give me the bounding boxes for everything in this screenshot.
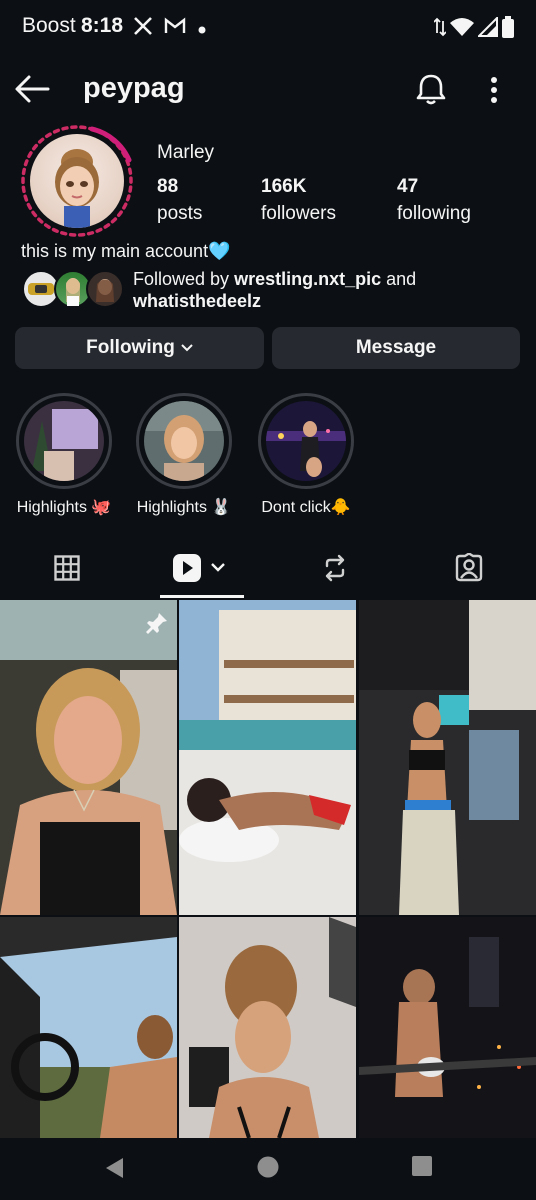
- nav-home-icon[interactable]: [257, 1156, 279, 1178]
- highlight-label: Highlights 🐰: [136, 499, 232, 516]
- post-thumbnail[interactable]: [359, 917, 536, 1138]
- system-icons: [434, 16, 514, 38]
- post-thumbnail[interactable]: [179, 600, 356, 915]
- status-bar: Boost 8:18: [0, 0, 536, 54]
- followers-label: followers: [261, 203, 336, 224]
- following-label: following: [397, 203, 471, 224]
- tab-reposts[interactable]: [268, 540, 402, 596]
- highlight-ring: [16, 393, 112, 489]
- following-button[interactable]: Following: [15, 327, 264, 369]
- post-thumbnail[interactable]: [179, 917, 356, 1138]
- highlight-cover: [144, 401, 224, 481]
- pin-icon: [146, 613, 167, 634]
- wifi-icon: [450, 18, 474, 36]
- tab-tagged[interactable]: [402, 540, 536, 596]
- more-options-icon[interactable]: [482, 74, 506, 106]
- posts-stat[interactable]: 88 posts: [157, 176, 202, 225]
- highlight-label: Highlights 🐙: [16, 499, 112, 516]
- posts-label: posts: [157, 203, 203, 224]
- mutual-avatar: [86, 270, 124, 308]
- post-thumbnail[interactable]: [359, 600, 536, 915]
- highlight-item[interactable]: Highlights 🐰: [134, 393, 234, 517]
- x-app-icon: [133, 16, 153, 41]
- profile-header: peypag: [0, 62, 536, 118]
- battery-icon: [502, 16, 514, 38]
- data-arrows-icon: [434, 17, 446, 37]
- gmail-icon: [164, 16, 186, 41]
- followed-by[interactable]: Followed by wrestling.nxt_pic and whatis…: [22, 268, 522, 312]
- following-stat[interactable]: 47 following: [397, 176, 471, 225]
- followed-by-prefix: Followed by: [133, 269, 235, 289]
- avatar-image: [30, 134, 124, 228]
- message-button-label: Message: [355, 337, 437, 358]
- message-button[interactable]: Message: [272, 327, 520, 369]
- notification-dot-icon: [198, 21, 206, 39]
- reels-icon: [173, 554, 225, 582]
- mutual-username[interactable]: whatisthedeelz: [133, 291, 261, 311]
- active-tab-indicator: [160, 595, 244, 598]
- system-nav-bar: [0, 1138, 536, 1200]
- profile-bio: this is my main account🩵: [21, 241, 231, 261]
- highlight-ring: [136, 393, 232, 489]
- followers-count: 166K: [261, 176, 307, 197]
- posts-count: 88: [157, 176, 179, 197]
- carrier-label: Boost: [22, 14, 76, 37]
- highlight-item[interactable]: Highlights 🐙: [14, 393, 114, 517]
- followers-stat[interactable]: 166K followers: [261, 176, 336, 225]
- profile-username: peypag: [83, 72, 185, 104]
- followed-by-text: Followed by wrestling.nxt_pic and whatis…: [133, 268, 416, 312]
- nav-back-icon[interactable]: [104, 1156, 124, 1180]
- following-count: 47: [397, 176, 419, 197]
- tagged-icon: [455, 553, 483, 582]
- profile-avatar[interactable]: [20, 124, 134, 238]
- bell-icon[interactable]: [414, 72, 448, 106]
- highlight-cover: [24, 401, 104, 481]
- highlight-label: Dont click🐥: [261, 499, 351, 516]
- mutual-username[interactable]: wrestling.nxt_pic: [234, 269, 381, 289]
- repost-icon: [325, 554, 345, 582]
- clock: 8:18: [81, 14, 124, 37]
- profile-tabs: [0, 540, 536, 598]
- display-name: Marley: [157, 142, 215, 163]
- grid-icon: [54, 555, 80, 581]
- post-thumbnail[interactable]: [0, 917, 177, 1138]
- back-arrow-icon[interactable]: [14, 74, 50, 104]
- highlight-ring: [258, 393, 354, 489]
- highlight-cover: [266, 401, 346, 481]
- chevron-down-icon: [181, 344, 193, 352]
- following-button-label: Following: [86, 337, 175, 358]
- nav-recents-icon[interactable]: [412, 1156, 432, 1176]
- tab-reels[interactable]: [134, 540, 268, 596]
- signal-icon: [478, 17, 498, 37]
- followed-by-and: and: [381, 269, 417, 289]
- highlight-item[interactable]: Dont click🐥: [256, 393, 356, 517]
- post-thumbnail[interactable]: [0, 600, 177, 915]
- tab-grid[interactable]: [0, 540, 134, 596]
